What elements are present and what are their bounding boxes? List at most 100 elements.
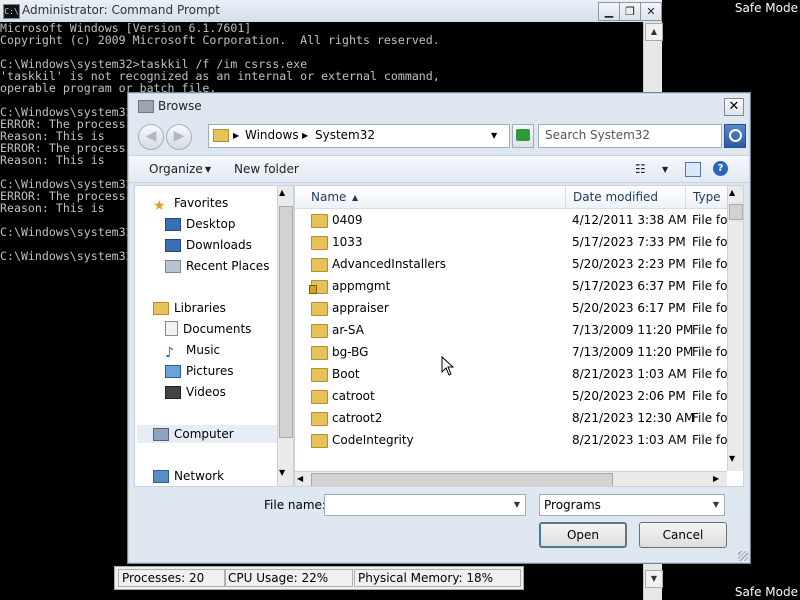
filelist-scroll-left-icon[interactable]: ◀: [297, 474, 303, 483]
cmd-close-button[interactable]: ✕: [640, 2, 662, 21]
cmd-minimize-button[interactable]: ▁: [598, 2, 620, 21]
cmd-restore-button[interactable]: ❐: [619, 2, 641, 21]
file-type: File fol: [692, 279, 731, 293]
file-date: 8/21/2023 1:03 AM: [572, 433, 687, 447]
file-row[interactable]: ar-SA 7/13/2009 11:20 PM File fol: [295, 319, 731, 341]
navpane-scroll-down-icon[interactable]: ▼: [279, 468, 285, 477]
nav-favorites[interactable]: ★ Favorites: [153, 194, 228, 213]
folder-icon: [311, 390, 328, 404]
folder-icon: [311, 236, 328, 250]
safe-mode-label-top: Safe Mode: [734, 1, 798, 15]
file-name-label: File name:: [264, 498, 326, 512]
view-dropdown-icon[interactable]: ▼: [662, 165, 668, 174]
nav-videos[interactable]: Videos: [165, 383, 226, 401]
filelist-scroll-right-icon[interactable]: ▶: [713, 474, 719, 483]
filelist-vertical-scrollbar[interactable]: ▲ ▼: [727, 186, 743, 471]
file-row[interactable]: appraiser 5/20/2023 6:17 PM File fol: [295, 297, 731, 319]
folder-icon: [311, 346, 328, 360]
column-name[interactable]: Name: [311, 190, 346, 204]
file-row[interactable]: CodeIntegrity 8/21/2023 1:03 AM File fol: [295, 429, 731, 451]
back-button[interactable]: ◀: [138, 124, 164, 150]
cmd-titlebar[interactable]: C:\ Administrator: Command Prompt ▁ ❐ ✕: [0, 0, 662, 23]
nav-computer[interactable]: Computer: [137, 425, 291, 443]
file-name: Boot: [332, 367, 360, 381]
folder-icon: [311, 214, 328, 228]
file-row[interactable]: Boot 8/21/2023 1:03 AM File fol: [295, 363, 731, 385]
nav-recent-places[interactable]: Recent Places: [165, 257, 269, 275]
dialog-titlebar[interactable]: Browse ✕: [128, 93, 750, 119]
nav-network[interactable]: Network: [153, 467, 224, 485]
file-name-input[interactable]: ▼: [324, 494, 526, 516]
sort-ascending-icon: ▲: [352, 193, 359, 202]
column-divider[interactable]: [685, 186, 686, 208]
dialog-close-button[interactable]: ✕: [724, 98, 744, 116]
file-type: File fol: [692, 367, 731, 381]
view-options-icon[interactable]: ☷: [635, 162, 646, 176]
organize-button[interactable]: Organize: [149, 162, 203, 176]
file-name-dropdown-icon[interactable]: ▼: [509, 495, 525, 515]
cancel-button[interactable]: Cancel: [639, 522, 727, 548]
column-type[interactable]: Type: [693, 190, 721, 204]
folder-icon: [311, 324, 328, 338]
status-memory: Physical Memory: 18%: [354, 569, 521, 587]
file-type-select[interactable]: Programs ▼: [539, 494, 725, 516]
status-processes: Processes: 20: [118, 569, 226, 587]
file-row[interactable]: bg-BG 7/13/2009 11:20 PM File fol: [295, 341, 731, 363]
file-row[interactable]: catroot2 8/21/2023 12:30 AM File fol: [295, 407, 731, 429]
file-row[interactable]: 1033 5/17/2023 7:33 PM File fol: [295, 231, 731, 253]
address-crumb-system32[interactable]: System32: [315, 128, 375, 142]
column-date-modified[interactable]: Date modified: [573, 190, 658, 204]
nav-downloads[interactable]: Downloads: [165, 236, 252, 254]
nav-libraries[interactable]: Libraries: [153, 299, 226, 317]
command-toolbar: Organize ▼ New folder ☷ ▼ ?: [129, 155, 749, 183]
safe-mode-label-bottom: Safe Mode: [734, 585, 798, 599]
file-type: File fol: [692, 323, 731, 337]
address-chevron-icon[interactable]: ▶: [302, 131, 308, 140]
navpane-scroll-up-icon[interactable]: ▲: [279, 188, 285, 197]
refresh-button[interactable]: [512, 124, 534, 148]
new-folder-button[interactable]: New folder: [234, 162, 299, 176]
file-row[interactable]: AdvancedInstallers 5/20/2023 2:23 PM File …: [295, 253, 731, 275]
help-icon[interactable]: ?: [713, 161, 728, 176]
file-type-dropdown-icon[interactable]: ▼: [708, 495, 724, 515]
preview-pane-icon[interactable]: [685, 162, 701, 177]
libraries-icon: [153, 302, 169, 315]
filelist-scroll-up-icon[interactable]: ▲: [729, 188, 735, 197]
search-input[interactable]: Search System32: [538, 124, 722, 148]
navigation-pane[interactable]: ★ Favorites Desktop Downloads Recent Plac…: [134, 185, 294, 487]
dialog-window-icon: [138, 100, 154, 113]
navpane-scrollbar[interactable]: ▲ ▼: [277, 186, 293, 486]
file-name: appraiser: [332, 301, 389, 315]
file-row[interactable]: catroot 5/20/2023 2:06 PM File fol: [295, 385, 731, 407]
search-button[interactable]: [724, 124, 746, 148]
nav-desktop[interactable]: Desktop: [165, 215, 236, 233]
cmd-scroll-up-icon[interactable]: ▲: [645, 23, 663, 41]
filelist-scroll-thumb[interactable]: [729, 204, 743, 220]
organize-dropdown-icon[interactable]: ▼: [205, 165, 211, 174]
address-dropdown-icon[interactable]: ▼: [491, 131, 497, 140]
nav-documents[interactable]: Documents: [165, 320, 251, 338]
file-date: 7/13/2009 11:20 PM: [572, 323, 694, 337]
filelist-horizontal-scrollbar[interactable]: ◀ ▶: [295, 471, 727, 486]
forward-button[interactable]: ▶: [166, 124, 192, 150]
address-crumb-windows[interactable]: Windows: [245, 128, 299, 142]
resize-grip-icon[interactable]: [738, 551, 748, 561]
nav-music[interactable]: ♪ Music: [165, 341, 220, 360]
filelist-scroll-down-icon[interactable]: ▼: [729, 454, 735, 463]
file-row[interactable]: appmgmt 5/17/2023 6:37 PM File fol: [295, 275, 731, 297]
address-chevron-icon[interactable]: ▶: [233, 131, 239, 140]
file-date: 5/20/2023 2:23 PM: [572, 257, 686, 271]
file-name: 1033: [332, 235, 363, 249]
file-list[interactable]: Name ▲ Date modified Type 0409 4/12/2011 …: [294, 185, 744, 487]
open-button[interactable]: Open: [539, 522, 627, 548]
filelist-hscroll-thumb[interactable]: [311, 473, 613, 486]
file-name: 0409: [332, 213, 363, 227]
file-date: 8/21/2023 12:30 AM: [572, 411, 695, 425]
file-row[interactable]: 0409 4/12/2011 3:38 AM File fol: [295, 209, 731, 231]
navpane-scroll-thumb[interactable]: [279, 206, 293, 438]
nav-pictures[interactable]: Pictures: [165, 362, 234, 380]
address-bar[interactable]: ▶ Windows ▶ System32 ▼: [208, 124, 510, 148]
column-divider[interactable]: [565, 186, 566, 208]
cmd-scroll-down-icon[interactable]: ▼: [645, 570, 663, 588]
file-date: 5/20/2023 2:06 PM: [572, 389, 686, 403]
